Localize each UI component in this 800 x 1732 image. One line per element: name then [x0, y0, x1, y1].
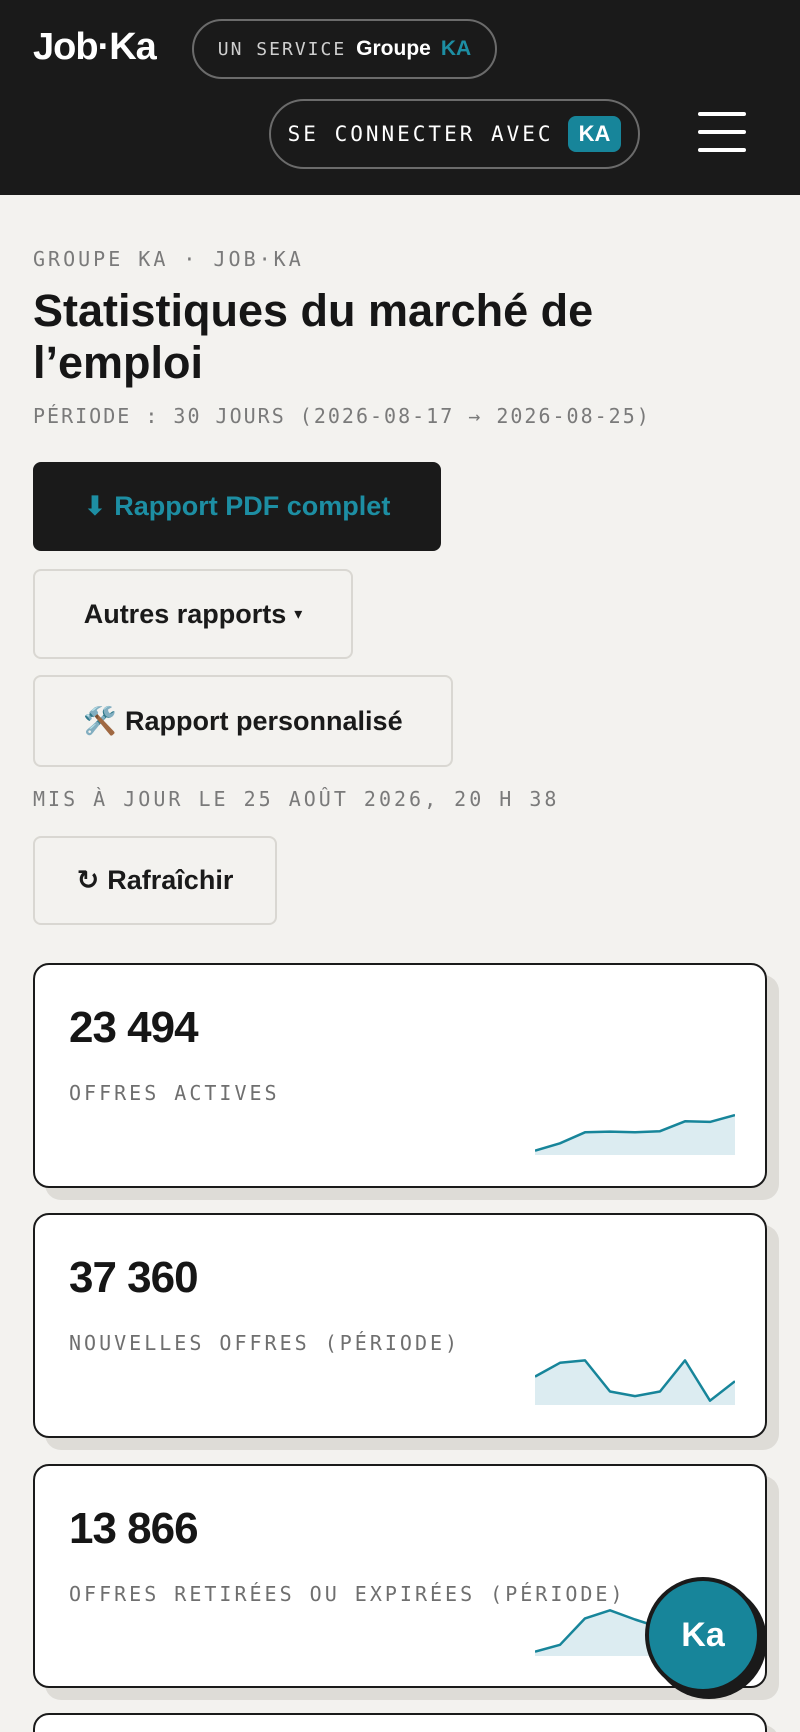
breadcrumb: GROUPE KA · JOB·KA	[33, 247, 304, 271]
service-pill[interactable]: UN SERVICE Groupe KA	[192, 19, 497, 79]
service-label: UN SERVICE	[217, 38, 347, 60]
page-title: Statistiques du marché de l’emploi	[33, 285, 594, 388]
menu-bar	[698, 148, 746, 152]
stat-label: NOUVELLES OFFRES (PÉRIODE)	[69, 1331, 461, 1355]
ka-badge: KA	[567, 116, 622, 152]
other-reports-dropdown[interactable]: Autres rapports ▾	[33, 569, 353, 659]
stat-value: 23 494	[69, 1003, 199, 1052]
sparkline-chart	[535, 1359, 735, 1405]
download-icon: ⬇	[83, 491, 107, 521]
stat-label: OFFRES RETIRÉES OU EXPIRÉES (PÉRIODE)	[69, 1582, 626, 1606]
caret-down-icon: ▾	[294, 606, 303, 623]
service-group-name: Groupe	[356, 37, 431, 60]
stat-card-active-offers: 23 494 OFFRES ACTIVES	[33, 963, 767, 1188]
stat-value: 37 360	[69, 1253, 199, 1302]
sparkline-area	[535, 1360, 735, 1405]
other-reports-label: Autres rapports	[83, 598, 287, 629]
pdf-report-button[interactable]: ⬇ Rapport PDF complet	[33, 462, 441, 551]
stat-card-new-offers: 37 360 NOUVELLES OFFRES (PÉRIODE)	[33, 1213, 767, 1438]
hamburger-menu-icon[interactable]	[698, 112, 746, 152]
stat-label: OFFRES ACTIVES	[69, 1081, 280, 1105]
sparkline-chart	[535, 1113, 735, 1155]
menu-bar	[698, 112, 746, 116]
tools-icon: 🛠️	[83, 706, 118, 736]
pdf-report-label: Rapport PDF complet	[114, 491, 391, 521]
refresh-button[interactable]: ↻ Rafraîchir	[33, 836, 277, 925]
custom-report-label: Rapport personnalisé	[125, 705, 403, 736]
connect-label: SE CONNECTER AVEC	[287, 122, 554, 146]
menu-bar	[698, 130, 746, 134]
site-header: Job·Ka UN SERVICE Groupe KA SE CONNECTER…	[0, 0, 800, 195]
connect-with-ka-button[interactable]: SE CONNECTER AVEC KA	[269, 99, 640, 169]
last-updated-text: MIS À JOUR LE 25 AOÛT 2026, 20 H 38	[33, 787, 560, 811]
stat-card-next	[33, 1713, 767, 1732]
refresh-icon: ↻	[76, 865, 100, 895]
joblka-logo[interactable]: Job·Ka	[33, 26, 157, 69]
chat-assistant-button[interactable]: Ka	[645, 1577, 761, 1693]
service-ka-name: KA	[440, 37, 472, 60]
custom-report-button[interactable]: 🛠️ Rapport personnalisé	[33, 675, 453, 767]
period-text: PÉRIODE : 30 JOURS (2026-08-17 → 2026-08…	[33, 404, 651, 428]
refresh-label: Rafraîchir	[107, 865, 234, 895]
stat-value: 13 866	[69, 1504, 199, 1553]
